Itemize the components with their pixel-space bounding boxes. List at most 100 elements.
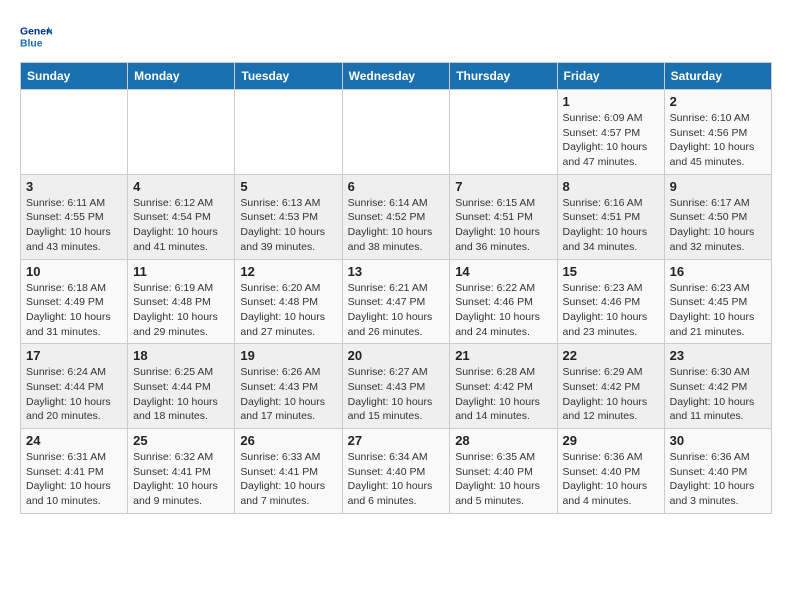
svg-text:General: General (20, 26, 52, 37)
calendar-week-4: 17 Sunrise: 6:24 AM Sunset: 4:44 PM Dayli… (21, 344, 772, 429)
calendar-cell: 12 Sunrise: 6:20 AM Sunset: 4:48 PM Dayli… (235, 259, 342, 344)
day-info: Sunrise: 6:17 AM Sunset: 4:50 PM Dayligh… (670, 196, 766, 255)
day-info: Sunrise: 6:09 AM Sunset: 4:57 PM Dayligh… (563, 111, 659, 170)
day-info: Sunrise: 6:14 AM Sunset: 4:52 PM Dayligh… (348, 196, 445, 255)
day-number: 5 (240, 179, 336, 194)
logo-icon: General Blue (20, 20, 52, 52)
day-info: Sunrise: 6:12 AM Sunset: 4:54 PM Dayligh… (133, 196, 229, 255)
calendar-cell: 10Sunrise: 6:18 AM Sunset: 4:49 PM Dayli… (21, 259, 128, 344)
calendar-cell (235, 90, 342, 175)
day-info: Sunrise: 6:34 AM Sunset: 4:40 PM Dayligh… (348, 450, 445, 509)
day-info: Sunrise: 6:36 AM Sunset: 4:40 PM Dayligh… (563, 450, 659, 509)
day-info: Sunrise: 6:22 AM Sunset: 4:46 PM Dayligh… (455, 281, 551, 340)
day-number: 23 (670, 348, 766, 363)
day-header-tuesday: Tuesday (235, 63, 342, 90)
day-info: Sunrise: 6:30 AM Sunset: 4:42 PM Dayligh… (670, 365, 766, 424)
calendar-cell: 22 Sunrise: 6:29 AM Sunset: 4:42 PM Dayli… (557, 344, 664, 429)
calendar-cell: 18 Sunrise: 6:25 AM Sunset: 4:44 PM Dayli… (128, 344, 235, 429)
day-number: 27 (348, 433, 445, 448)
calendar-week-2: 3 Sunrise: 6:11 AM Sunset: 4:55 PM Daylig… (21, 174, 772, 259)
day-info: Sunrise: 6:25 AM Sunset: 4:44 PM Dayligh… (133, 365, 229, 424)
day-info: Sunrise: 6:21 AM Sunset: 4:47 PM Dayligh… (348, 281, 445, 340)
day-header-thursday: Thursday (450, 63, 557, 90)
day-info: Sunrise: 6:36 AM Sunset: 4:40 PM Dayligh… (670, 450, 766, 509)
day-header-saturday: Saturday (664, 63, 771, 90)
day-info: Sunrise: 6:28 AM Sunset: 4:42 PM Dayligh… (455, 365, 551, 424)
calendar-cell: 25 Sunrise: 6:32 AM Sunset: 4:41 PM Dayli… (128, 429, 235, 514)
day-info: Sunrise: 6:27 AM Sunset: 4:43 PM Dayligh… (348, 365, 445, 424)
calendar-cell: 28Sunrise: 6:35 AM Sunset: 4:40 PM Dayli… (450, 429, 557, 514)
calendar-cell: 11 Sunrise: 6:19 AM Sunset: 4:48 PM Dayli… (128, 259, 235, 344)
svg-text:Blue: Blue (20, 38, 43, 49)
calendar-header-row: SundayMondayTuesdayWednesdayThursdayFrid… (21, 63, 772, 90)
day-info: Sunrise: 6:33 AM Sunset: 4:41 PM Dayligh… (240, 450, 336, 509)
calendar-cell (450, 90, 557, 175)
day-info: Sunrise: 6:29 AM Sunset: 4:42 PM Dayligh… (563, 365, 659, 424)
calendar-cell: 27 Sunrise: 6:34 AM Sunset: 4:40 PM Dayli… (342, 429, 450, 514)
day-info: Sunrise: 6:24 AM Sunset: 4:44 PM Dayligh… (26, 365, 122, 424)
calendar-cell: 30 Sunrise: 6:36 AM Sunset: 4:40 PM Dayli… (664, 429, 771, 514)
calendar-cell: 4Sunrise: 6:12 AM Sunset: 4:54 PM Daylig… (128, 174, 235, 259)
day-info: Sunrise: 6:23 AM Sunset: 4:46 PM Dayligh… (563, 281, 659, 340)
calendar-cell: 19 Sunrise: 6:26 AM Sunset: 4:43 PM Dayli… (235, 344, 342, 429)
day-number: 22 (563, 348, 659, 363)
day-number: 1 (563, 94, 659, 109)
day-info: Sunrise: 6:11 AM Sunset: 4:55 PM Dayligh… (26, 196, 122, 255)
day-info: Sunrise: 6:26 AM Sunset: 4:43 PM Dayligh… (240, 365, 336, 424)
calendar-cell (128, 90, 235, 175)
day-number: 17 (26, 348, 122, 363)
day-info: Sunrise: 6:32 AM Sunset: 4:41 PM Dayligh… (133, 450, 229, 509)
day-number: 3 (26, 179, 122, 194)
day-info: Sunrise: 6:20 AM Sunset: 4:48 PM Dayligh… (240, 281, 336, 340)
calendar-cell: 15Sunrise: 6:23 AM Sunset: 4:46 PM Dayli… (557, 259, 664, 344)
day-number: 30 (670, 433, 766, 448)
day-number: 16 (670, 264, 766, 279)
day-info: Sunrise: 6:31 AM Sunset: 4:41 PM Dayligh… (26, 450, 122, 509)
day-number: 19 (240, 348, 336, 363)
calendar-week-5: 24 Sunrise: 6:31 AM Sunset: 4:41 PM Dayli… (21, 429, 772, 514)
day-header-wednesday: Wednesday (342, 63, 450, 90)
day-number: 6 (348, 179, 445, 194)
day-info: Sunrise: 6:16 AM Sunset: 4:51 PM Dayligh… (563, 196, 659, 255)
calendar-cell: 21 Sunrise: 6:28 AM Sunset: 4:42 PM Dayli… (450, 344, 557, 429)
day-number: 10 (26, 264, 122, 279)
day-number: 7 (455, 179, 551, 194)
logo: General Blue (20, 20, 56, 52)
day-number: 2 (670, 94, 766, 109)
day-number: 11 (133, 264, 229, 279)
day-number: 21 (455, 348, 551, 363)
calendar-cell: 14Sunrise: 6:22 AM Sunset: 4:46 PM Dayli… (450, 259, 557, 344)
day-info: Sunrise: 6:15 AM Sunset: 4:51 PM Dayligh… (455, 196, 551, 255)
calendar-cell: 16 Sunrise: 6:23 AM Sunset: 4:45 PM Dayli… (664, 259, 771, 344)
calendar-cell: 23 Sunrise: 6:30 AM Sunset: 4:42 PM Dayli… (664, 344, 771, 429)
page-header: General Blue (20, 20, 772, 52)
calendar-table: SundayMondayTuesdayWednesdayThursdayFrid… (20, 62, 772, 514)
day-number: 9 (670, 179, 766, 194)
calendar-cell (21, 90, 128, 175)
calendar-cell: 1 Sunrise: 6:09 AM Sunset: 4:57 PM Daylig… (557, 90, 664, 175)
day-number: 28 (455, 433, 551, 448)
calendar-cell: 2 Sunrise: 6:10 AM Sunset: 4:56 PM Daylig… (664, 90, 771, 175)
day-number: 24 (26, 433, 122, 448)
calendar-cell: 6 Sunrise: 6:14 AM Sunset: 4:52 PM Daylig… (342, 174, 450, 259)
calendar-cell: 8Sunrise: 6:16 AM Sunset: 4:51 PM Daylig… (557, 174, 664, 259)
day-info: Sunrise: 6:10 AM Sunset: 4:56 PM Dayligh… (670, 111, 766, 170)
day-info: Sunrise: 6:23 AM Sunset: 4:45 PM Dayligh… (670, 281, 766, 340)
calendar-cell: 7 Sunrise: 6:15 AM Sunset: 4:51 PM Daylig… (450, 174, 557, 259)
day-info: Sunrise: 6:19 AM Sunset: 4:48 PM Dayligh… (133, 281, 229, 340)
calendar-cell: 26Sunrise: 6:33 AM Sunset: 4:41 PM Dayli… (235, 429, 342, 514)
day-number: 20 (348, 348, 445, 363)
calendar-cell: 24 Sunrise: 6:31 AM Sunset: 4:41 PM Dayli… (21, 429, 128, 514)
day-number: 29 (563, 433, 659, 448)
calendar-cell: 20 Sunrise: 6:27 AM Sunset: 4:43 PM Dayli… (342, 344, 450, 429)
day-number: 25 (133, 433, 229, 448)
day-header-sunday: Sunday (21, 63, 128, 90)
day-number: 18 (133, 348, 229, 363)
day-info: Sunrise: 6:13 AM Sunset: 4:53 PM Dayligh… (240, 196, 336, 255)
day-number: 12 (240, 264, 336, 279)
calendar-cell: 9 Sunrise: 6:17 AM Sunset: 4:50 PM Daylig… (664, 174, 771, 259)
day-header-friday: Friday (557, 63, 664, 90)
calendar-week-3: 10Sunrise: 6:18 AM Sunset: 4:49 PM Dayli… (21, 259, 772, 344)
calendar-cell (342, 90, 450, 175)
calendar-cell: 5 Sunrise: 6:13 AM Sunset: 4:53 PM Daylig… (235, 174, 342, 259)
